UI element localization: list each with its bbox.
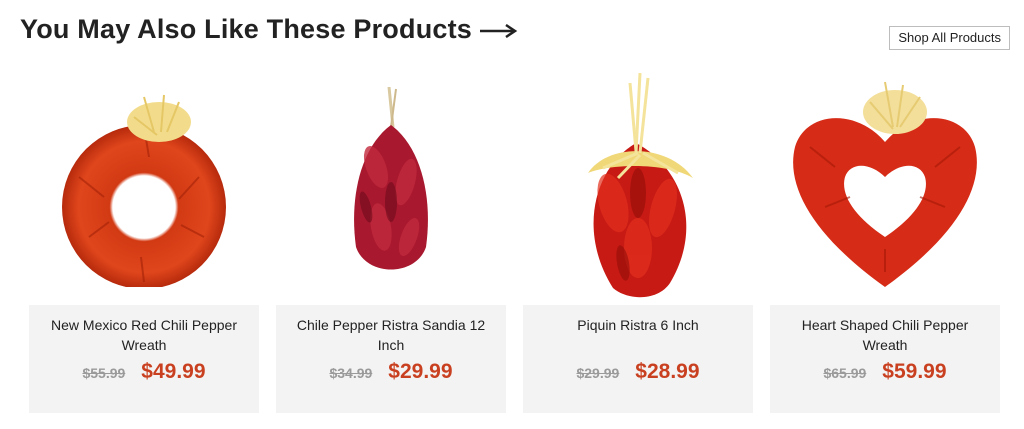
product-image-link[interactable] (276, 70, 506, 304)
original-price: $34.99 (329, 365, 373, 381)
product-info: Piquin Ristra 6 Inch $29.99 $28.99 (523, 305, 753, 413)
original-price: $29.99 (576, 365, 620, 381)
product-prices: $29.99 $28.99 (523, 360, 753, 384)
shop-all-products-button[interactable]: Shop All Products (889, 26, 1010, 50)
chili-wreath-image (62, 94, 226, 287)
chile-ristra-image (354, 87, 428, 270)
heart-wreath-image (793, 81, 977, 288)
product-card[interactable]: Heart Shaped Chili Pepper Wreath $65.99 … (770, 70, 1000, 415)
original-price: $55.99 (82, 365, 126, 381)
sale-price: $49.99 (141, 360, 206, 383)
arrow-right-icon (480, 23, 518, 38)
sale-price: $29.99 (388, 360, 453, 383)
product-grid: New Mexico Red Chili Pepper Wreath $55.9… (29, 70, 1000, 415)
piquin-ristra-image (588, 73, 693, 298)
product-name[interactable]: Heart Shaped Chili Pepper Wreath (780, 315, 990, 355)
product-image-link[interactable] (523, 70, 753, 304)
product-name[interactable]: Chile Pepper Ristra Sandia 12 Inch (286, 315, 496, 355)
section-title-text: You May Also Like These Products (20, 14, 473, 44)
product-name[interactable]: Piquin Ristra 6 Inch (533, 315, 743, 335)
product-card[interactable]: Piquin Ristra 6 Inch $29.99 $28.99 (523, 70, 753, 415)
product-info: Heart Shaped Chili Pepper Wreath $65.99 … (770, 305, 1000, 413)
section-header: You May Also Like These Products Shop Al… (20, 10, 1010, 54)
product-info: New Mexico Red Chili Pepper Wreath $55.9… (29, 305, 259, 413)
product-prices: $55.99 $49.99 (29, 360, 259, 384)
section-title: You May Also Like These Products (20, 14, 518, 45)
sale-price: $28.99 (635, 360, 700, 383)
product-card[interactable]: New Mexico Red Chili Pepper Wreath $55.9… (29, 70, 259, 415)
product-image-link[interactable] (770, 70, 1000, 304)
product-image-link[interactable] (29, 70, 259, 304)
product-prices: $65.99 $59.99 (770, 360, 1000, 384)
product-prices: $34.99 $29.99 (276, 360, 506, 384)
original-price: $65.99 (823, 365, 867, 381)
sale-price: $59.99 (882, 360, 947, 383)
product-card[interactable]: Chile Pepper Ristra Sandia 12 Inch $34.9… (276, 70, 506, 415)
product-name[interactable]: New Mexico Red Chili Pepper Wreath (39, 315, 249, 355)
product-info: Chile Pepper Ristra Sandia 12 Inch $34.9… (276, 305, 506, 413)
